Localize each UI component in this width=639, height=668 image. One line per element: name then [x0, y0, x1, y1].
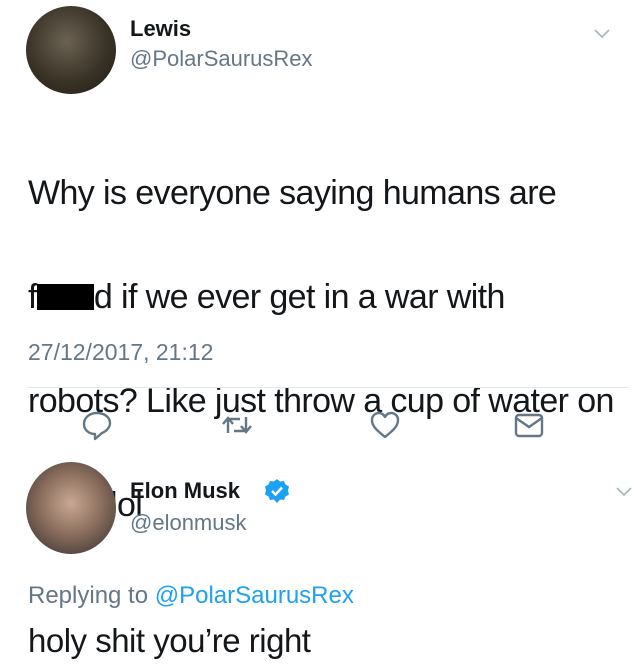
share-icon[interactable]	[512, 408, 546, 442]
timestamp[interactable]: 27/12/2017, 21:12	[28, 339, 213, 366]
redaction-bar	[36, 284, 94, 310]
like-icon[interactable]	[368, 408, 402, 442]
avatar-elon-musk[interactable]	[26, 462, 116, 554]
reply-text: holy shit you’re right	[28, 622, 311, 659]
reply-icon[interactable]	[80, 408, 114, 442]
tweet-text-line: f d if we ever get in a war with	[28, 271, 628, 323]
chevron-down-icon[interactable]	[615, 482, 633, 500]
replying-label: Replying to	[28, 582, 149, 609]
avatar-lewis[interactable]	[26, 6, 116, 94]
display-name[interactable]: Elon Musk	[130, 478, 240, 504]
replying-to: Replying to @PolarSaurusRex	[28, 582, 354, 610]
text-fragment: f	[28, 278, 37, 316]
divider	[28, 387, 628, 388]
retweet-icon[interactable]	[220, 408, 254, 442]
tweet-text-line: them lol	[28, 486, 143, 524]
handle[interactable]: @PolarSaurusRex	[130, 46, 313, 72]
mention-link[interactable]: @PolarSaurusRex	[155, 582, 354, 609]
handle[interactable]: @elonmusk	[130, 510, 247, 536]
display-name[interactable]: Lewis	[130, 16, 191, 42]
chevron-down-icon[interactable]	[593, 24, 611, 42]
text-fragment: d if we ever get in a war with	[93, 278, 506, 316]
verified-badge-icon	[265, 479, 289, 503]
tweet-text-line: Why is everyone saying humans are	[28, 174, 557, 212]
